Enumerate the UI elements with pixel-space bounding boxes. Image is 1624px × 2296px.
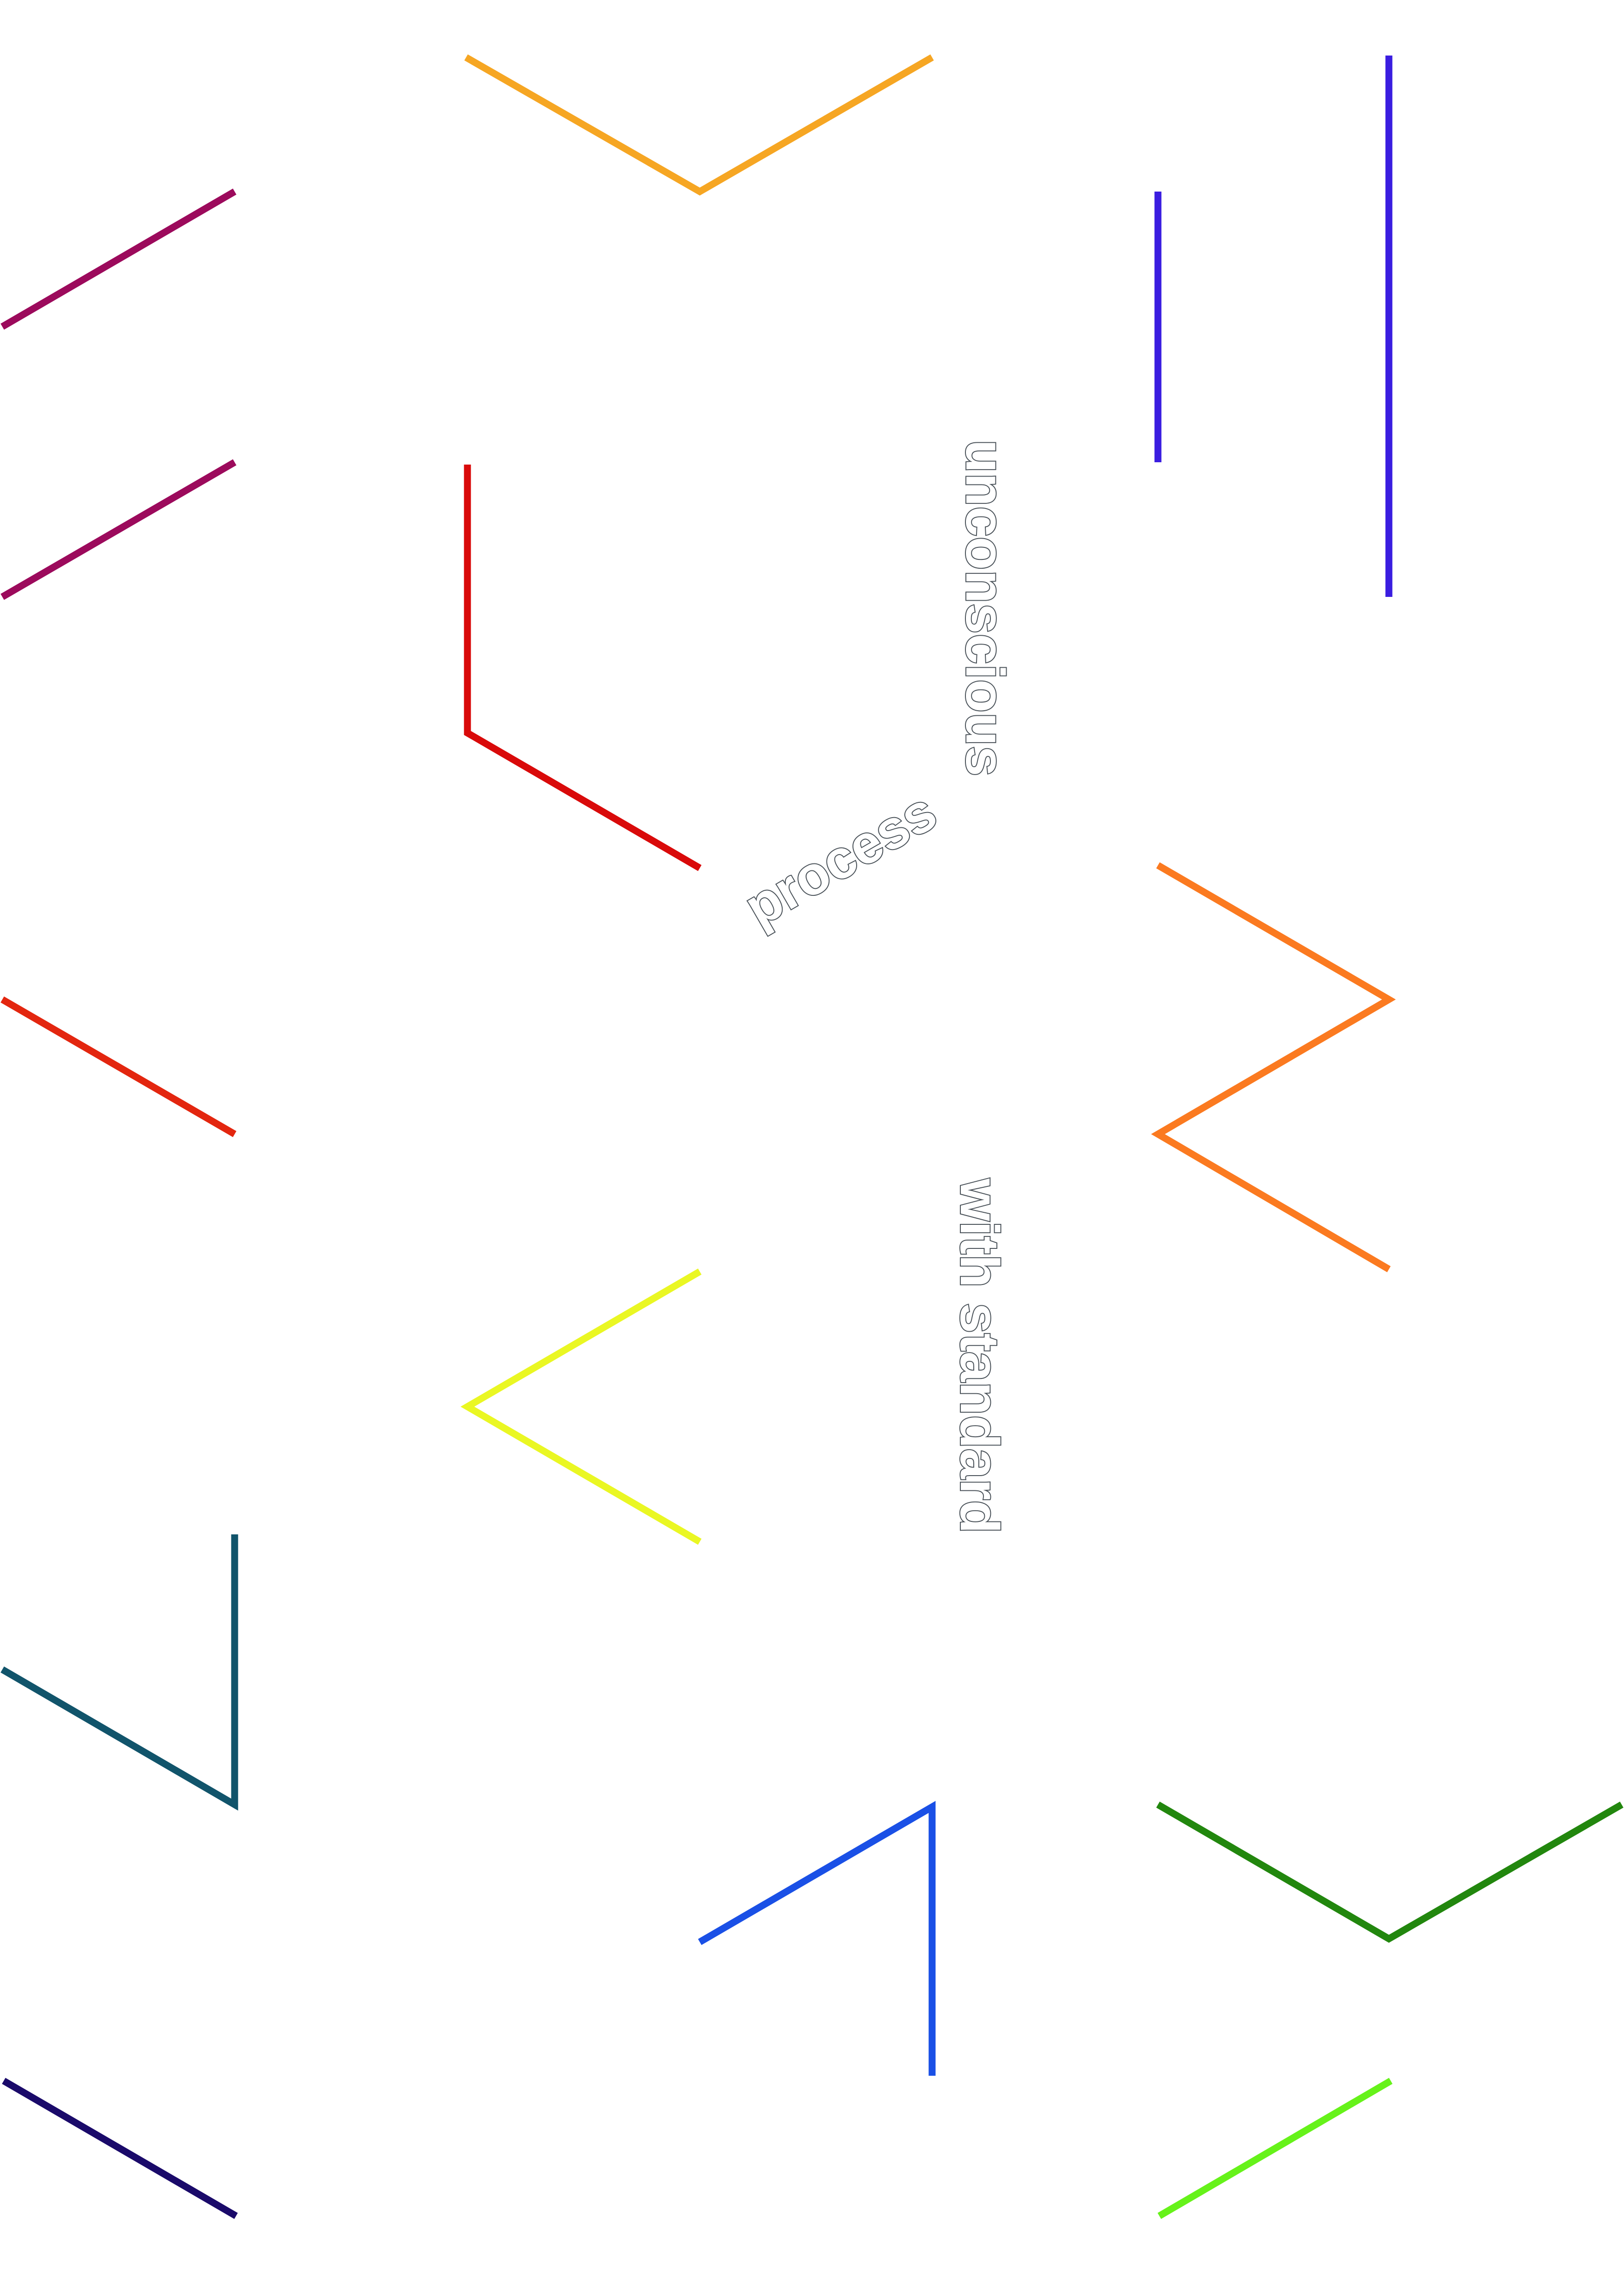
yellow-chevron xyxy=(460,1268,702,1545)
blue-corner xyxy=(698,1800,936,2076)
red-corner xyxy=(464,465,702,871)
orange-zigzag xyxy=(1151,862,1396,1272)
word-with-standard: with standard xyxy=(949,1178,1010,1533)
navy-stroke xyxy=(2,2078,238,2219)
vermilion-stroke xyxy=(0,996,236,1137)
maroon-stroke-upper xyxy=(0,188,236,330)
word-process: process xyxy=(734,781,946,938)
word-unconscious: unconscious xyxy=(954,440,1015,776)
lime-stroke xyxy=(1157,2078,1393,2219)
teal-corner xyxy=(0,1534,238,1811)
amber-chevron xyxy=(464,54,934,196)
green-chevron xyxy=(1156,1801,1624,1943)
maroon-stroke-lower xyxy=(0,459,236,600)
line-art-canvas: unconscious process with standard xyxy=(0,54,1624,2219)
